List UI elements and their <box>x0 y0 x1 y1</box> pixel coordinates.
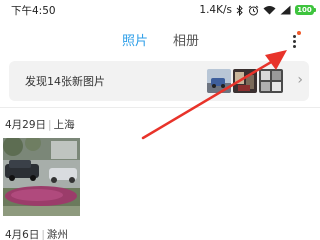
section-location: 上海 <box>53 119 75 131</box>
section-date: 4月29日 <box>5 119 47 131</box>
top-tab-bar: 照片 相册 <box>0 26 320 56</box>
section-divider <box>0 107 320 108</box>
new-photo-thumbnail <box>233 69 257 93</box>
wifi-icon <box>263 6 276 15</box>
more-options-button[interactable] <box>289 28 301 52</box>
battery-level: 100 <box>297 6 312 14</box>
section-header: 4月29日 | 上海 <box>5 117 75 132</box>
signal-icon <box>280 5 291 15</box>
gallery-screen: 下午4:50 1.4K/s 100 照片 相册 发现14张新图片 › 4月29日… <box>0 0 320 240</box>
separator: | <box>48 119 52 131</box>
separator: | <box>41 229 45 240</box>
new-photos-text: 发现14张新图片 <box>25 75 105 88</box>
battery-icon: 100 <box>295 5 316 15</box>
more-icon-dot <box>293 40 296 43</box>
new-photos-banner[interactable]: 发现14张新图片 › <box>9 61 309 101</box>
section-date: 4月6日 <box>5 229 40 240</box>
alarm-icon <box>248 5 259 15</box>
status-icons: 1.4K/s 100 <box>199 4 316 16</box>
chevron-right-icon: › <box>297 72 303 88</box>
new-photo-thumbnail <box>259 69 283 93</box>
section-header: 4月6日 | 滁州 <box>5 227 68 240</box>
bluetooth-icon <box>236 4 243 16</box>
notification-dot <box>297 31 301 35</box>
photo-thumbnail[interactable] <box>3 138 80 216</box>
new-photo-thumbnail <box>207 69 231 93</box>
more-icon-dot <box>293 45 296 48</box>
network-speed: 1.4K/s <box>199 4 232 16</box>
tab-photos[interactable]: 照片 <box>122 30 148 49</box>
section-location: 滁州 <box>46 229 68 240</box>
status-bar: 下午4:50 1.4K/s 100 <box>0 0 320 20</box>
status-time: 下午4:50 <box>11 4 56 17</box>
tab-albums[interactable]: 相册 <box>173 30 199 49</box>
more-icon <box>293 35 296 38</box>
